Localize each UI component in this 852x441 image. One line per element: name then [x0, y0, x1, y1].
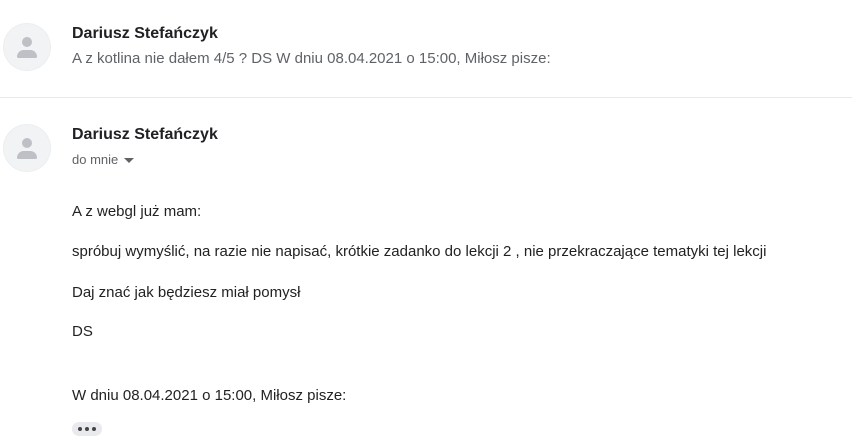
collapsed-message-sender[interactable]: Dariusz Stefańczyk — [72, 25, 218, 43]
message-body-line: spróbuj wymyślić, na razie nie napisać, … — [72, 243, 767, 260]
avatar[interactable] — [3, 23, 51, 71]
quote-header: W dniu 08.04.2021 o 15:00, Miłosz pisze: — [72, 387, 347, 404]
person-icon — [22, 37, 32, 47]
avatar[interactable] — [3, 124, 51, 172]
person-icon — [22, 138, 32, 148]
more-horiz-icon — [78, 427, 82, 431]
recipient-details-toggle[interactable]: do mnie — [72, 152, 135, 167]
message-body-line: Daj znać jak będziesz miał pomysł — [72, 284, 301, 301]
message-body-line: DS — [72, 323, 93, 340]
expanded-message-sender[interactable]: Dariusz Stefańczyk — [72, 126, 218, 144]
message-divider — [0, 97, 852, 98]
chevron-down-icon — [124, 158, 135, 163]
message-body-line: A z webgl już mam: — [72, 203, 202, 220]
collapsed-message-snippet[interactable]: A z kotlina nie dałem 4/5 ? DS W dniu 08… — [72, 50, 551, 67]
show-trimmed-content-button[interactable] — [72, 422, 102, 436]
recipient-label: do mnie — [72, 152, 119, 167]
